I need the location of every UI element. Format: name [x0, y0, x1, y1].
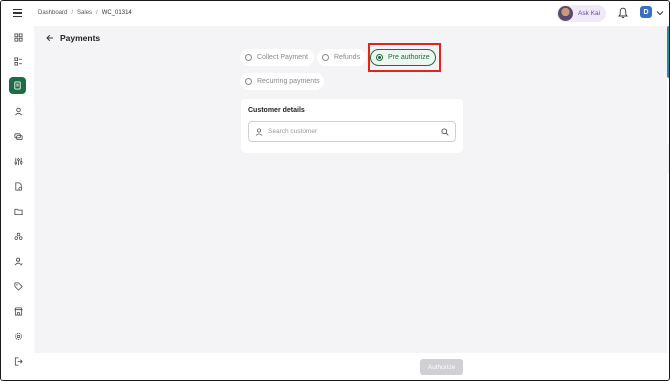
chat-icon[interactable] — [10, 128, 26, 144]
radio-recurring-payments[interactable]: Recurring payments — [240, 73, 324, 90]
radio-button[interactable] — [245, 54, 252, 61]
search-customer-field[interactable] — [248, 121, 456, 142]
breadcrumb-sales[interactable]: Sales — [77, 10, 92, 16]
radio-button[interactable] — [322, 54, 329, 61]
highlight-annotation — [368, 43, 441, 72]
user-icon[interactable] — [10, 103, 26, 119]
radio-label: Refunds — [334, 54, 361, 61]
gear-icon[interactable] — [10, 328, 26, 344]
page-title: Payments — [60, 33, 101, 43]
radio-collect-payment[interactable]: Collect Payment — [240, 49, 314, 66]
top-bar: Dashboard / Sales / WC_01314 Ask Kai D — [1, 1, 669, 26]
bottom-action-bar: Authorize — [34, 353, 667, 380]
radio-label: Collect Payment — [257, 54, 308, 61]
breadcrumb-current: WC_01314 — [101, 10, 132, 16]
ask-kai-button[interactable]: Ask Kai — [557, 5, 606, 22]
sales-icon[interactable] — [9, 77, 26, 94]
tag-icon[interactable] — [10, 278, 26, 294]
sidebar — [1, 26, 34, 380]
logout-icon[interactable] — [10, 353, 26, 369]
app-window: Dashboard / Sales / WC_01314 Ask Kai D P… — [0, 0, 670, 381]
authorize-button[interactable]: Authorize — [420, 359, 463, 375]
scroll-handle[interactable] — [666, 144, 669, 174]
breadcrumb: Dashboard / Sales / WC_01314 — [38, 10, 132, 16]
radio-refunds[interactable]: Refunds — [317, 49, 366, 66]
chevron-down-icon[interactable] — [656, 10, 664, 16]
dashboard-icon[interactable] — [10, 29, 26, 45]
main-content: Payments Collect Payment Refunds Pre aut… — [34, 26, 667, 353]
list-icon[interactable] — [10, 53, 26, 69]
user-avatar[interactable]: D — [640, 6, 652, 18]
ask-kai-label: Ask Kai — [578, 10, 601, 17]
menu-icon[interactable] — [13, 9, 22, 17]
search-icon[interactable] — [441, 127, 449, 136]
person-icon — [255, 127, 263, 136]
radio-label: Recurring payments — [257, 78, 320, 85]
store-icon[interactable] — [10, 303, 26, 319]
card-title: Customer details — [248, 107, 305, 114]
sliders-icon[interactable] — [10, 153, 26, 169]
document-icon[interactable] — [10, 178, 26, 194]
customer-details-card: Customer details — [241, 99, 463, 153]
back-arrow-icon[interactable] — [46, 34, 54, 42]
kai-avatar — [558, 6, 573, 21]
group-icon[interactable] — [10, 228, 26, 244]
user-settings-icon[interactable] — [10, 253, 26, 269]
bell-icon[interactable] — [618, 7, 628, 19]
radio-button[interactable] — [245, 78, 252, 85]
folder-icon[interactable] — [10, 203, 26, 219]
search-customer-input[interactable] — [268, 128, 438, 135]
page-header: Payments — [46, 33, 100, 43]
breadcrumb-dashboard[interactable]: Dashboard — [38, 10, 67, 16]
